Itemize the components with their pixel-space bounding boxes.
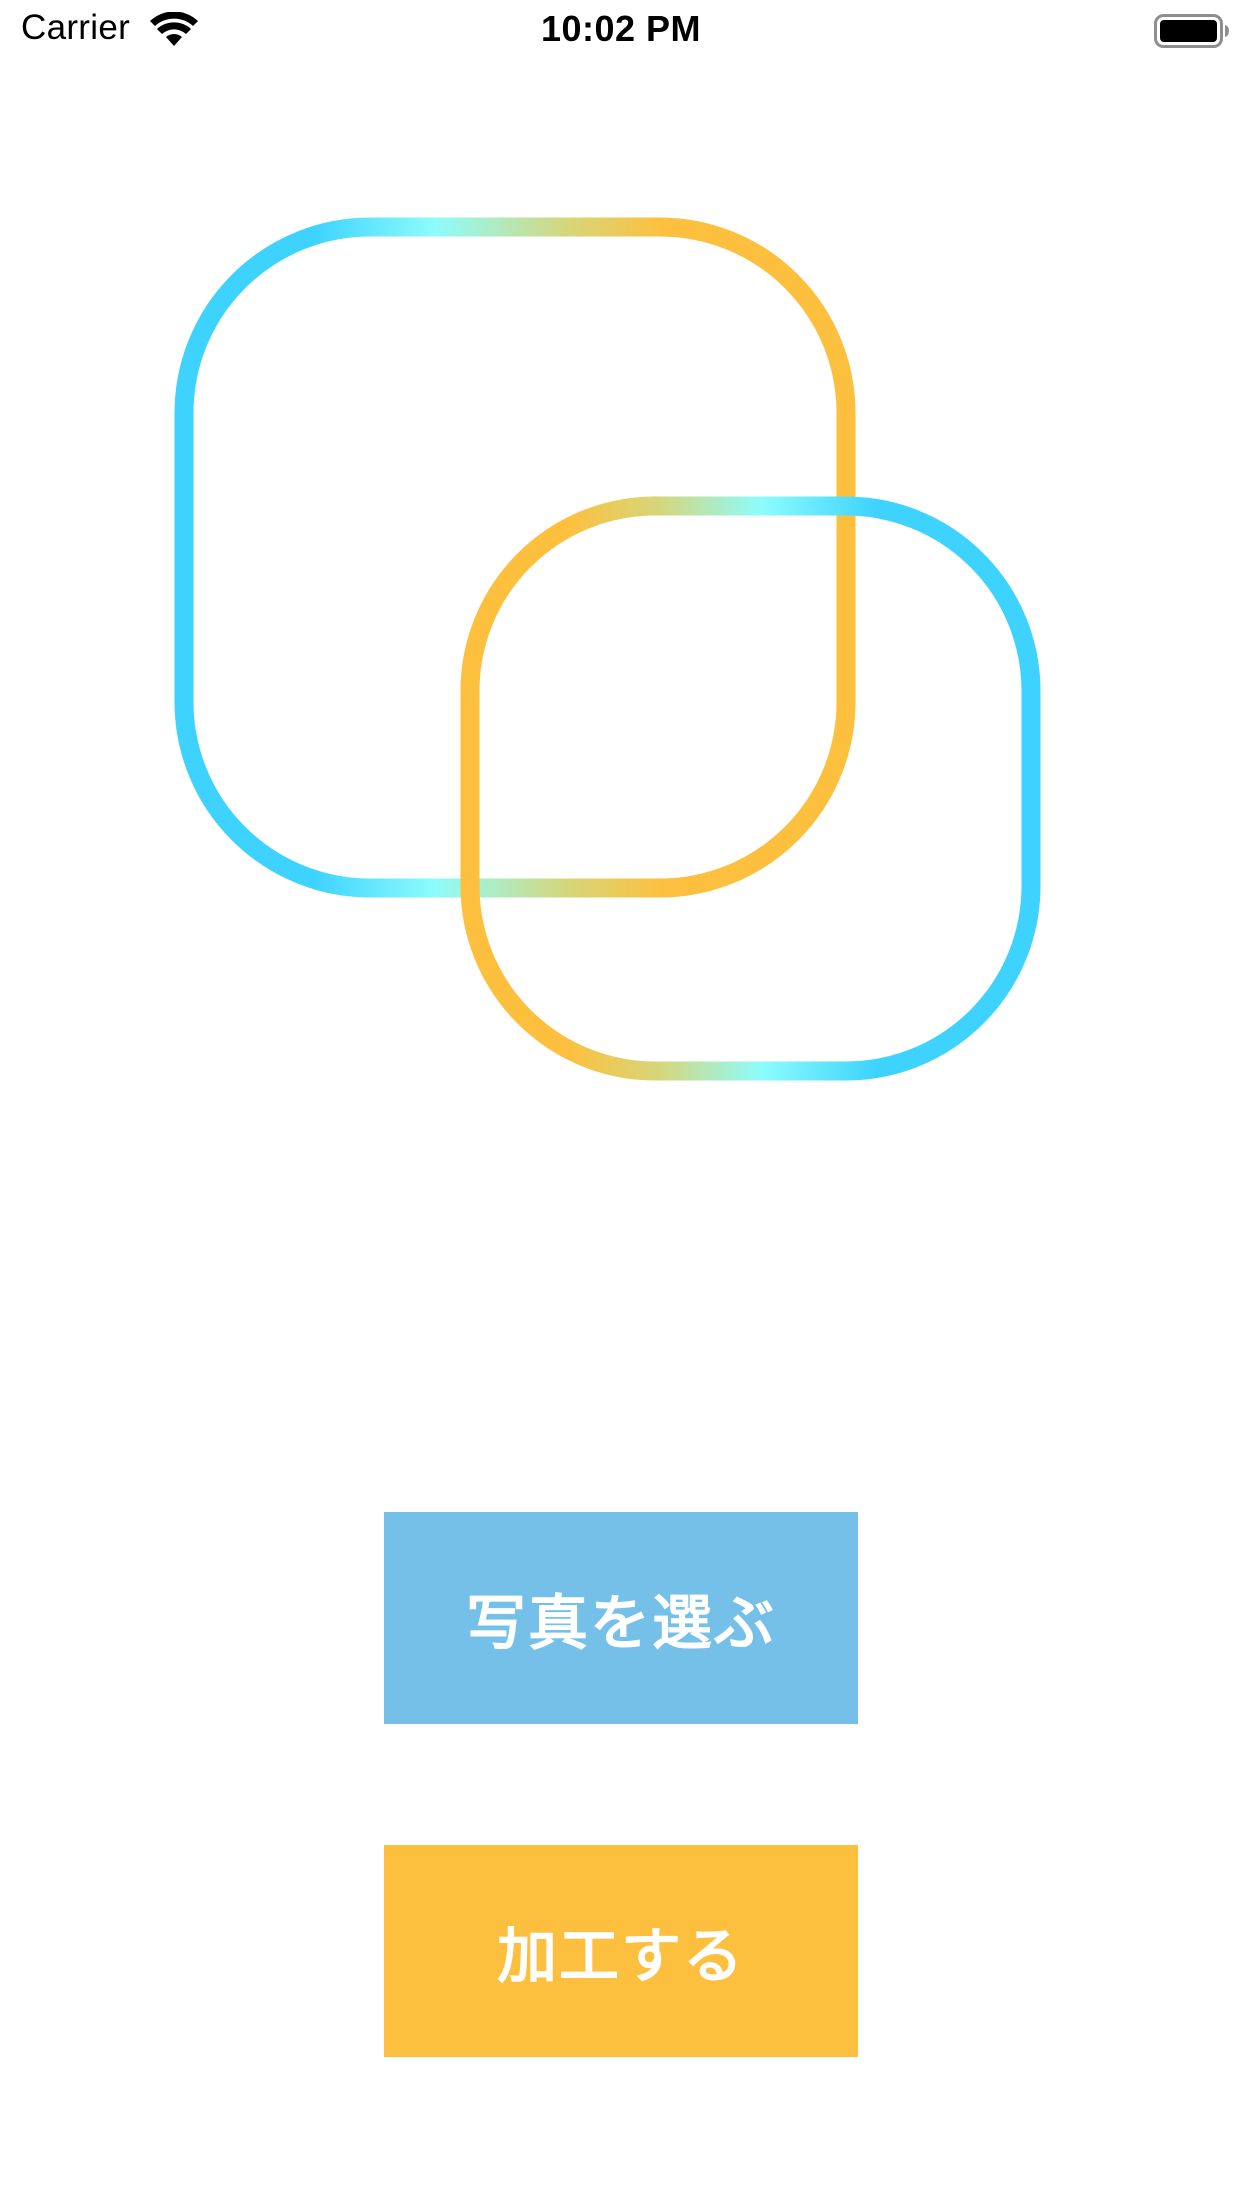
bottom-right-rounded-square (460, 496, 1041, 1081)
process-button[interactable]: 加工する (384, 1845, 858, 2057)
overlapping-rounded-squares-logo (174, 217, 1041, 1081)
choose-photo-button[interactable]: 写真を選ぶ (384, 1512, 858, 1724)
